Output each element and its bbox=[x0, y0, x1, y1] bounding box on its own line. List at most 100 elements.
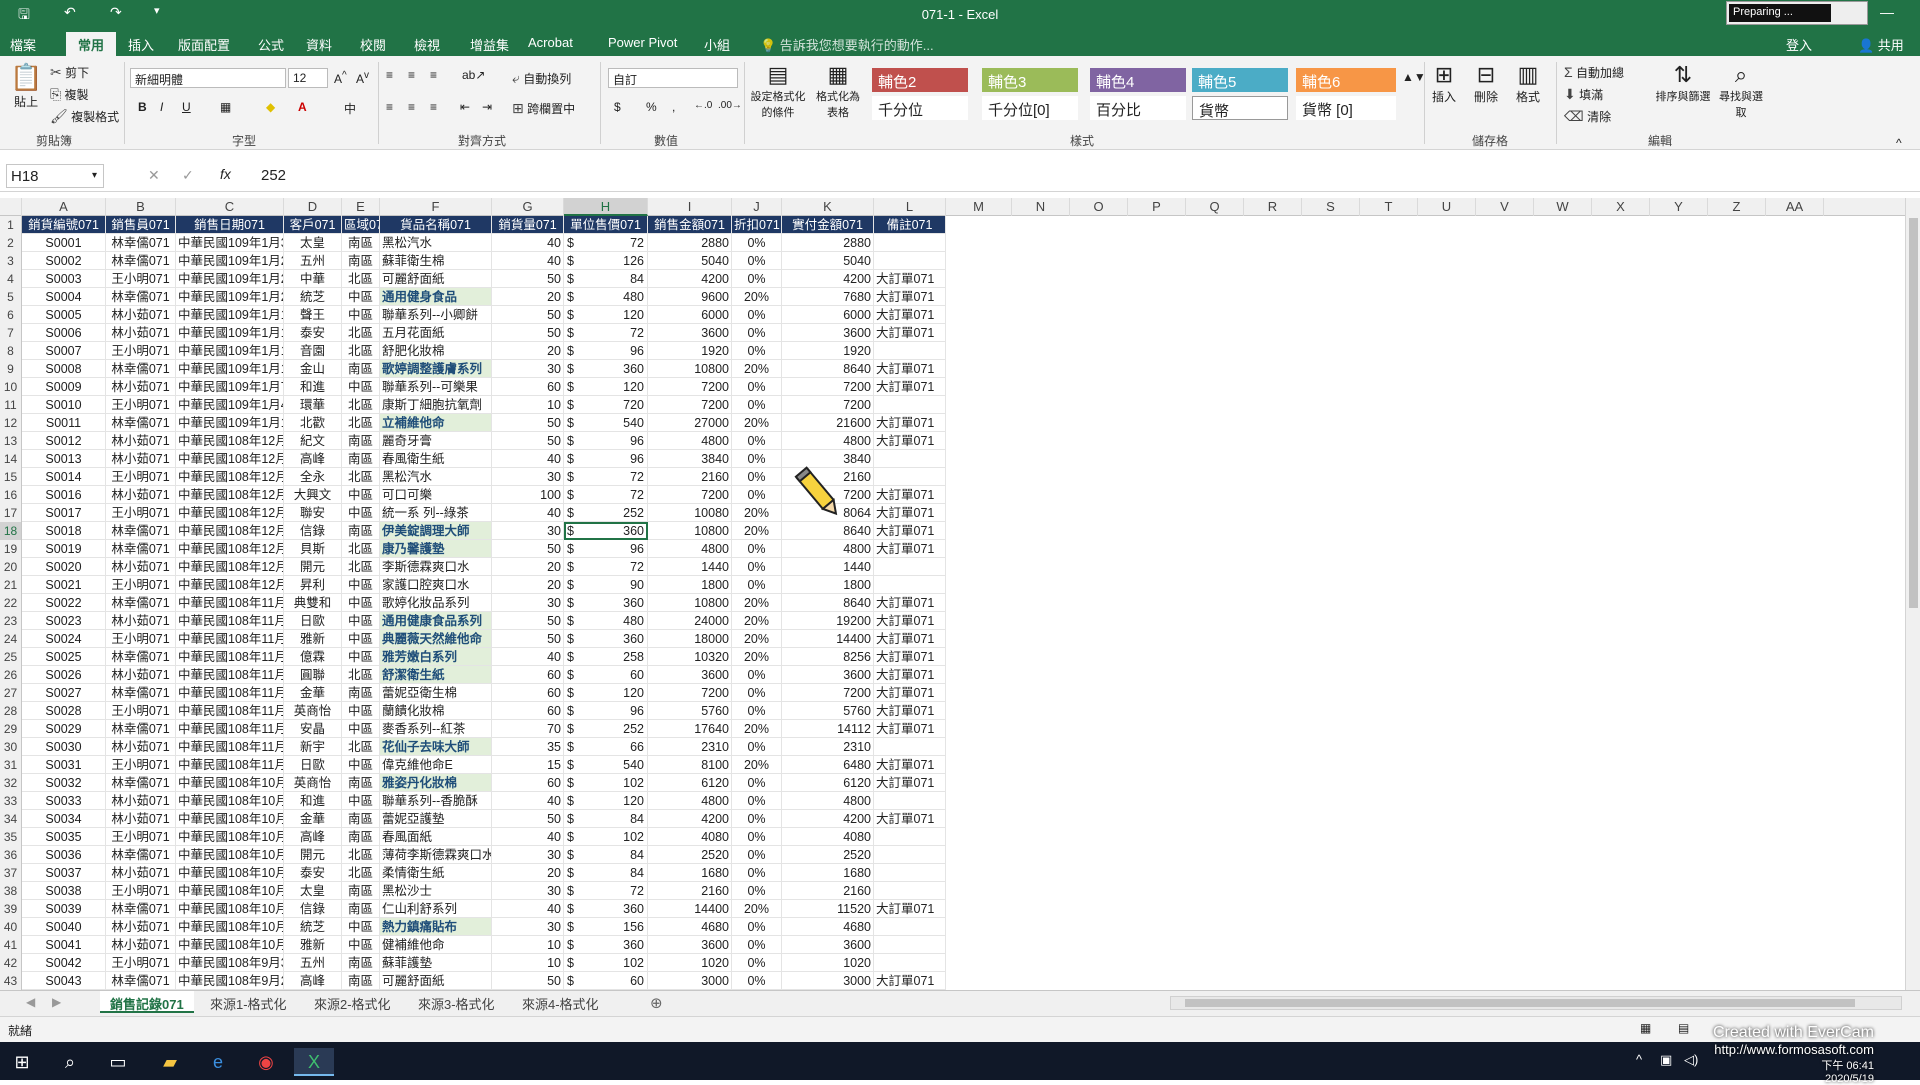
cell[interactable]: 大訂單071 bbox=[874, 270, 946, 288]
cell[interactable]: 雅新 bbox=[284, 630, 342, 648]
cell[interactable]: 40 bbox=[492, 648, 564, 666]
cell[interactable]: S0022 bbox=[22, 594, 106, 612]
cell[interactable]: 北歡 bbox=[284, 414, 342, 432]
cell[interactable]: 50 bbox=[492, 612, 564, 630]
cell[interactable]: 18000 bbox=[648, 630, 732, 648]
font-name-select[interactable]: 新細明體 bbox=[130, 68, 286, 88]
orientation-icon[interactable]: ab↗ bbox=[462, 68, 485, 82]
cell[interactable]: 南區 bbox=[342, 360, 380, 378]
cell[interactable]: 中華民國108年11月11日 bbox=[176, 702, 284, 720]
formula-input[interactable]: 252 bbox=[255, 164, 292, 188]
cell[interactable]: 10800 bbox=[648, 594, 732, 612]
cell[interactable]: $96 bbox=[564, 702, 648, 720]
cell[interactable]: 花仙子去味大師 bbox=[380, 738, 492, 756]
cell[interactable]: 0% bbox=[732, 468, 782, 486]
cell[interactable]: 20% bbox=[732, 522, 782, 540]
row-header-5[interactable]: 5 bbox=[0, 288, 22, 306]
cell[interactable]: 中區 bbox=[342, 306, 380, 324]
cell[interactable]: 林小茹071 bbox=[106, 810, 176, 828]
cell[interactable]: 8640 bbox=[782, 360, 874, 378]
active-cell[interactable]: $360 bbox=[564, 522, 648, 540]
cell[interactable]: 高峰 bbox=[284, 450, 342, 468]
font-size-select[interactable]: 12 bbox=[288, 68, 328, 88]
cell[interactable]: 1440 bbox=[648, 558, 732, 576]
cell[interactable]: 10800 bbox=[648, 522, 732, 540]
cell[interactable]: $720 bbox=[564, 396, 648, 414]
tab-3[interactable]: 版面配置 bbox=[178, 35, 230, 54]
cell[interactable]: 50 bbox=[492, 414, 564, 432]
cell[interactable]: 歌婷化妝品系列 bbox=[380, 594, 492, 612]
cell[interactable]: 王小明071 bbox=[106, 630, 176, 648]
cell[interactable]: $102 bbox=[564, 954, 648, 972]
align-left-icon[interactable]: ≡ bbox=[386, 100, 393, 114]
fill-color-icon[interactable]: ◆ bbox=[266, 100, 275, 114]
cell[interactable]: S0020 bbox=[22, 558, 106, 576]
cell[interactable]: 中區 bbox=[342, 648, 380, 666]
increase-font-icon[interactable]: A^ bbox=[334, 70, 347, 86]
cell[interactable]: 4080 bbox=[648, 828, 732, 846]
cell[interactable]: 健補維他命 bbox=[380, 936, 492, 954]
cell[interactable]: 0% bbox=[732, 846, 782, 864]
cell[interactable]: 大訂單071 bbox=[874, 612, 946, 630]
cell[interactable]: 中華民國109年1月25日 bbox=[176, 270, 284, 288]
column-header-W[interactable]: W bbox=[1534, 198, 1592, 216]
normal-view-icon[interactable]: ▦ bbox=[1640, 1021, 1651, 1035]
cell[interactable]: 0% bbox=[732, 234, 782, 252]
cell[interactable]: 0% bbox=[732, 738, 782, 756]
cell[interactable]: $72 bbox=[564, 324, 648, 342]
cell[interactable]: 10 bbox=[492, 954, 564, 972]
cell[interactable]: S0035 bbox=[22, 828, 106, 846]
cell[interactable]: 中華民國108年11月20日 bbox=[176, 648, 284, 666]
cell[interactable]: 中華 bbox=[284, 270, 342, 288]
cell[interactable]: 泰安 bbox=[284, 864, 342, 882]
cell[interactable]: 20% bbox=[732, 720, 782, 738]
row-header-17[interactable]: 17 bbox=[0, 504, 22, 522]
cell[interactable]: $360 bbox=[564, 360, 648, 378]
cell[interactable]: 聯華系列--可樂果 bbox=[380, 378, 492, 396]
cell[interactable]: 南區 bbox=[342, 954, 380, 972]
cell[interactable]: 林小茹071 bbox=[106, 306, 176, 324]
cell[interactable]: 林幸儒071 bbox=[106, 414, 176, 432]
cell[interactable]: 中華民國109年1月31日 bbox=[176, 234, 284, 252]
cell[interactable] bbox=[874, 864, 946, 882]
cell[interactable]: 大訂單071 bbox=[874, 774, 946, 792]
cell[interactable]: 0% bbox=[732, 864, 782, 882]
volume-icon[interactable]: ◁) bbox=[1684, 1052, 1698, 1068]
cell[interactable]: 林幸儒071 bbox=[106, 594, 176, 612]
cell[interactable]: 4080 bbox=[782, 828, 874, 846]
cell[interactable]: 蘇菲衛生棉 bbox=[380, 252, 492, 270]
cell[interactable]: $96 bbox=[564, 432, 648, 450]
row-header-8[interactable]: 8 bbox=[0, 342, 22, 360]
cell[interactable]: 中華民國108年11月5日 bbox=[176, 738, 284, 756]
cell[interactable]: 蕾妮亞護墊 bbox=[380, 810, 492, 828]
cell[interactable]: 南區 bbox=[342, 774, 380, 792]
cell[interactable]: 7200 bbox=[648, 396, 732, 414]
cell[interactable]: 太皇 bbox=[284, 234, 342, 252]
cell[interactable]: 林幸儒071 bbox=[106, 288, 176, 306]
cell[interactable]: 中華民國108年12月23日 bbox=[176, 468, 284, 486]
cell[interactable]: 0% bbox=[732, 954, 782, 972]
cell[interactable]: 北區 bbox=[342, 270, 380, 288]
cell[interactable]: 林幸儒071 bbox=[106, 234, 176, 252]
cell[interactable]: 2520 bbox=[782, 846, 874, 864]
align-bottom-icon[interactable]: ≡ bbox=[430, 68, 437, 82]
align-top-icon[interactable]: ≡ bbox=[386, 68, 393, 82]
cell[interactable]: 中區 bbox=[342, 486, 380, 504]
cell[interactable]: 40 bbox=[492, 792, 564, 810]
cell[interactable]: 信錄 bbox=[284, 522, 342, 540]
cell[interactable]: 北區 bbox=[342, 558, 380, 576]
row-header-11[interactable]: 11 bbox=[0, 396, 22, 414]
cell[interactable]: 大訂單071 bbox=[874, 306, 946, 324]
cell[interactable]: S0026 bbox=[22, 666, 106, 684]
tab-9[interactable]: Acrobat bbox=[528, 35, 573, 50]
cell[interactable]: 50 bbox=[492, 270, 564, 288]
cell[interactable]: 15 bbox=[492, 756, 564, 774]
cell[interactable]: $480 bbox=[564, 612, 648, 630]
cell[interactable]: S0018 bbox=[22, 522, 106, 540]
cell[interactable]: 中華民國108年10月30日 bbox=[176, 774, 284, 792]
cell-style-4[interactable]: 輔色4 bbox=[1090, 68, 1186, 92]
cell[interactable]: S0040 bbox=[22, 918, 106, 936]
cell[interactable]: 0% bbox=[732, 702, 782, 720]
cell[interactable]: 北區 bbox=[342, 864, 380, 882]
cell[interactable]: 50 bbox=[492, 810, 564, 828]
